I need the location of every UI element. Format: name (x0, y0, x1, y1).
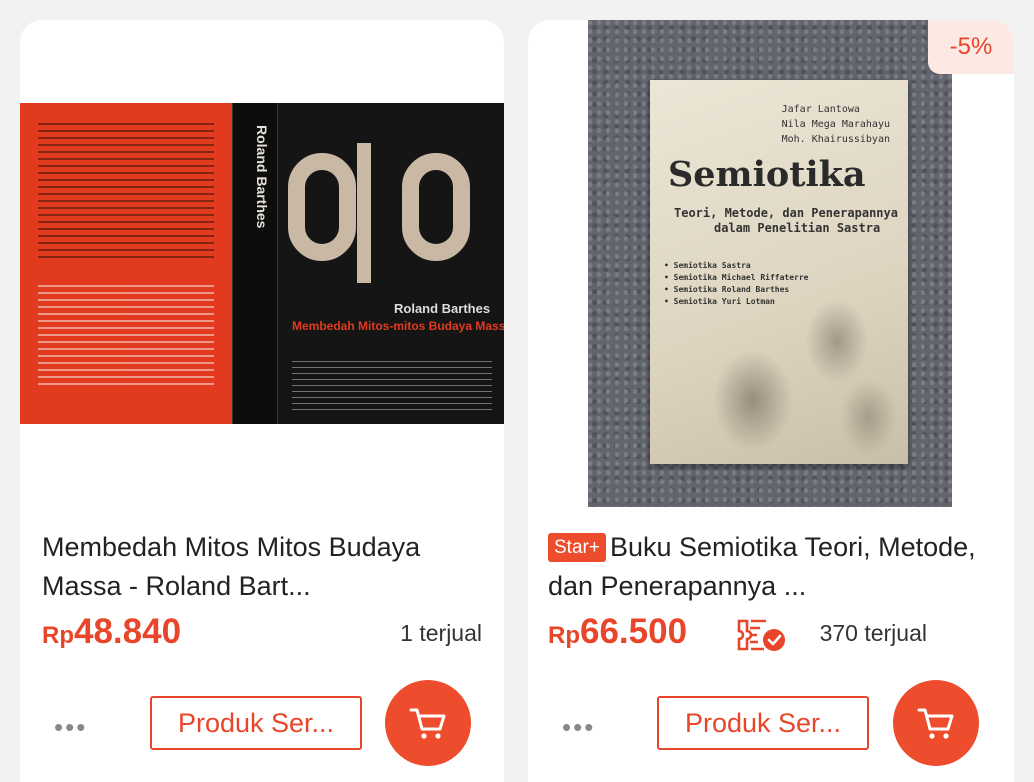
cart-icon (409, 708, 446, 739)
cover-topic: • Semiotika Michael Riffaterre (664, 273, 809, 282)
cover-logo-o-right (402, 153, 470, 261)
price-amount: 48.840 (74, 612, 182, 651)
cover-quote (38, 285, 214, 385)
shipping-verified-icon (737, 619, 785, 651)
more-dots-icon[interactable]: ••• (54, 712, 87, 743)
cover-author: Moh. Khairussibyan (781, 134, 890, 145)
cover-subtitle-line: Teori, Metode, dan Penerapannya (674, 206, 898, 220)
discount-badge: -5% (928, 20, 1014, 74)
cover-back-text (38, 123, 214, 263)
similar-products-button[interactable]: Produk Ser... (150, 696, 362, 750)
cover-title: Semiotika (668, 154, 866, 195)
product-title[interactable]: Membedah Mitos Mitos Budaya Massa - Rola… (42, 528, 482, 606)
cover-logo-o-left (288, 153, 356, 261)
cover-front-text (292, 361, 492, 411)
cover-topic: • Semiotika Sastra (664, 261, 751, 270)
product-image[interactable]: Roland Barthes Roland Barthes Membedah M… (20, 20, 504, 520)
sold-count: 1 terjual (400, 620, 482, 646)
cover-logo-i (357, 143, 371, 283)
book-cover-image: Roland Barthes Roland Barthes Membedah M… (20, 103, 504, 424)
cart-icon (917, 708, 954, 739)
star-plus-badge: Star+ (548, 533, 606, 562)
product-price: Rp66.500 (548, 612, 687, 652)
product-card[interactable]: Jafar Lantowa Nila Mega Marahayu Moh. Kh… (528, 20, 1014, 782)
product-image[interactable]: Jafar Lantowa Nila Mega Marahayu Moh. Kh… (528, 20, 1014, 520)
product-title[interactable]: Star+ Buku Semiotika Teori, Metode, dan P… (548, 528, 988, 606)
cover-subtitle-line: dalam Penelitian Sastra (714, 221, 881, 235)
cover-topics: • Semiotika Sastra • Semiotika Michael R… (664, 260, 809, 308)
cover-front-author: Roland Barthes (394, 301, 491, 316)
cover-spine-author: Roland Barthes (254, 125, 270, 229)
price-currency: Rp (42, 622, 74, 649)
cover-portraits (690, 290, 900, 460)
cover-author: Jafar Lantowa (781, 104, 860, 115)
add-to-cart-button[interactable] (893, 680, 979, 766)
more-dots-icon[interactable]: ••• (562, 712, 595, 743)
cover-author: Nila Mega Marahayu (781, 119, 890, 130)
cover-authors: Jafar Lantowa Nila Mega Marahayu Moh. Kh… (782, 102, 890, 147)
cover-subtitle: Teori, Metode, dan Penerapannya dalam Pe… (674, 206, 898, 236)
product-card[interactable]: Roland Barthes Roland Barthes Membedah M… (20, 20, 504, 782)
price-currency: Rp (548, 622, 580, 649)
cover-topic: • Semiotika Yuri Lotman (664, 297, 775, 306)
product-title-text: Buku Semiotika Teori, Metode, dan Penera… (548, 532, 976, 601)
book-cover-image: Jafar Lantowa Nila Mega Marahayu Moh. Kh… (650, 80, 908, 464)
add-to-cart-button[interactable] (385, 680, 471, 766)
cover-topic: • Semiotika Roland Barthes (664, 285, 790, 294)
sold-count: 370 terjual (819, 620, 927, 646)
product-price: Rp48.840 (42, 612, 181, 652)
cover-front-title: Membedah Mitos-mitos Budaya Massa (292, 319, 504, 333)
price-amount: 66.500 (580, 612, 688, 651)
similar-products-button[interactable]: Produk Ser... (657, 696, 869, 750)
